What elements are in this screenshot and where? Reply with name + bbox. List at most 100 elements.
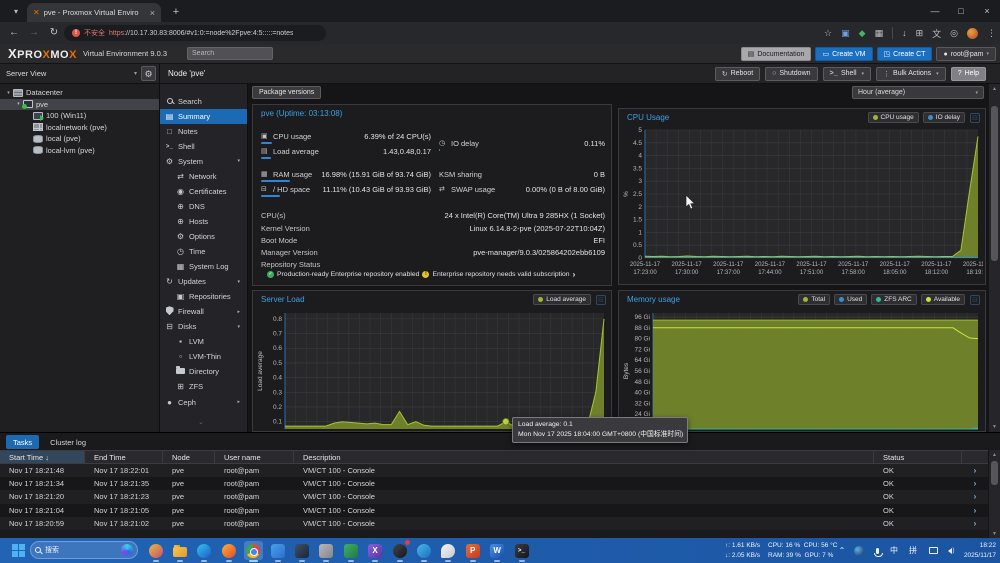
task-row[interactable]: Nov 17 18:21:04Nov 17 18:21:05pveroot@pa… xyxy=(0,504,988,517)
nav-item-summary[interactable]: ▤Summary xyxy=(160,109,248,124)
legend-zfs-arc[interactable]: ZFS ARC xyxy=(871,294,916,305)
extensions-icon[interactable]: ▦ xyxy=(875,28,884,39)
tab-close-icon[interactable]: × xyxy=(150,8,155,18)
tree-item-100-win11[interactable]: 100 (Win11) xyxy=(0,110,159,122)
ime-layout-indicator[interactable]: 拼 xyxy=(906,538,920,563)
task-row[interactable]: Nov 17 18:21:34Nov 17 18:21:35pveroot@pa… xyxy=(0,477,988,490)
nav-item-certificates[interactable]: ◉Certificates xyxy=(160,184,248,199)
bookmark-star-icon[interactable]: ☆ xyxy=(824,28,832,39)
expand-caret-icon[interactable]: ▸ xyxy=(237,309,240,315)
copilot-icon[interactable] xyxy=(121,544,133,556)
taskbar-app-camera-app[interactable] xyxy=(390,541,409,560)
microphone-icon[interactable] xyxy=(871,538,883,563)
column-user-name[interactable]: User name xyxy=(215,451,294,463)
column-start-time[interactable]: Start Time ↓ xyxy=(0,451,85,463)
nav-item-search[interactable]: Search xyxy=(160,94,248,109)
column-end-time[interactable]: End Time xyxy=(85,451,163,463)
taskbar-app-notebook[interactable] xyxy=(341,541,360,560)
task-row[interactable]: Nov 17 18:21:48Nov 17 18:22:01pveroot@pa… xyxy=(0,464,988,477)
tasks-scroll-up-icon[interactable]: ▲ xyxy=(989,452,1000,458)
forward-button[interactable]: → xyxy=(26,26,42,40)
taskbar-app-xbox-app[interactable]: X xyxy=(366,541,385,560)
collapse-caret-icon[interactable]: ▾ xyxy=(237,158,240,164)
task-row[interactable]: Nov 17 18:21:20Nov 17 18:21:23pveroot@pa… xyxy=(0,490,988,503)
tree-item-local-lvm-pve[interactable]: local-lvm (pve) xyxy=(0,145,159,157)
legend-total[interactable]: Total xyxy=(798,294,830,305)
legend-io-delay[interactable]: IO delay xyxy=(923,112,965,123)
ime-mode-indicator[interactable]: 中 xyxy=(887,538,901,563)
taskbar-app-photos[interactable] xyxy=(268,541,287,560)
back-button[interactable]: ← xyxy=(6,26,22,40)
nav-scroll-more-icon[interactable]: ⌄ xyxy=(198,418,204,426)
create-vm-button[interactable]: ▭Create VM xyxy=(815,47,872,61)
legend-available[interactable]: Available xyxy=(921,294,965,305)
taskbar-app-printer[interactable] xyxy=(317,541,336,560)
tray-expand-icon[interactable]: ⌃ xyxy=(836,538,848,563)
nav-item-shell[interactable]: >_Shell xyxy=(160,139,248,154)
taskbar-app-edge[interactable] xyxy=(195,541,214,560)
column-node[interactable]: Node xyxy=(163,451,215,463)
nav-item-repositories[interactable]: ▣Repositories xyxy=(160,289,248,304)
nav-item-options[interactable]: ⚙Options xyxy=(160,229,248,244)
address-bar[interactable]: ! 不安全 https://10.17.30.83:8006/#v1:0:=no… xyxy=(64,25,326,41)
scroll-down-icon[interactable]: ▼ xyxy=(989,424,1000,430)
column-status[interactable]: Status xyxy=(874,451,962,463)
memory-usage-detail-icon[interactable]: ⊟ xyxy=(970,295,980,305)
view-settings-gear-icon[interactable]: ⚙ xyxy=(141,66,156,81)
nav-item-ceph[interactable]: ●Ceph▸ xyxy=(160,395,248,410)
nav-item-firewall[interactable]: Firewall▸ xyxy=(160,304,248,319)
taskbar-app-wave-app[interactable] xyxy=(414,541,433,560)
nav-item-hosts[interactable]: ⊕Hosts xyxy=(160,214,248,229)
browser-menu-icon[interactable]: ⋮ xyxy=(987,28,996,39)
tasks-scrollbar[interactable]: ▲ ▼ xyxy=(988,450,1000,539)
task-details-chevron-icon[interactable]: › xyxy=(962,519,988,528)
cast-icon[interactable]: ◎ xyxy=(950,28,958,39)
package-versions-button[interactable]: Package versions xyxy=(252,86,321,99)
taskbar-app-chrome[interactable] xyxy=(244,541,263,560)
apps-grid-icon[interactable]: ⊞ xyxy=(916,28,924,39)
taskbar-app-widgets[interactable] xyxy=(146,541,165,560)
help-button[interactable]: ?Help xyxy=(951,67,986,81)
cpu-usage-detail-icon[interactable]: ⊟ xyxy=(970,113,980,123)
task-row[interactable]: Nov 17 18:20:59Nov 17 18:21:02pveroot@pa… xyxy=(0,517,988,530)
server-load-detail-icon[interactable]: ⊟ xyxy=(596,295,606,305)
taskbar-search[interactable]: 搜索 xyxy=(30,541,138,559)
expand-caret-icon[interactable]: ▾ xyxy=(4,90,13,96)
create-ct-button[interactable]: ◳Create CT xyxy=(877,47,933,61)
start-button[interactable] xyxy=(12,544,25,557)
legend-load-average[interactable]: Load average xyxy=(533,294,591,305)
tab-tasks[interactable]: Tasks xyxy=(6,435,39,449)
documentation-button[interactable]: ▤Documentation xyxy=(741,47,812,61)
tasks-scrollbar-thumb[interactable] xyxy=(991,461,998,485)
nav-item-notes[interactable]: □Notes xyxy=(160,124,248,139)
taskbar-app-word[interactable]: W xyxy=(488,541,507,560)
user-menu-button[interactable]: ●root@pam▾ xyxy=(936,47,996,61)
legend-used[interactable]: Used xyxy=(834,294,867,305)
time-range-select[interactable]: Hour (average)▾ xyxy=(852,86,984,99)
task-details-chevron-icon[interactable]: › xyxy=(962,479,988,488)
taskbar-app-file-explorer[interactable] xyxy=(170,541,189,560)
tab-cluster-log[interactable]: Cluster log xyxy=(43,435,93,449)
nav-item-time[interactable]: ◷Time xyxy=(160,244,248,259)
collapse-caret-icon[interactable]: ▾ xyxy=(237,279,240,285)
tree-item-local-pve[interactable]: local (pve) xyxy=(0,133,159,145)
media-control-icon[interactable]: ▣ xyxy=(841,28,850,39)
tab-search-button[interactable]: ▾ xyxy=(6,5,26,18)
nav-item-network[interactable]: ⇄Network xyxy=(160,169,248,184)
translate-icon[interactable]: 文 xyxy=(932,27,941,40)
nav-item-zfs[interactable]: ⊞ZFS xyxy=(160,379,248,394)
content-scrollbar[interactable]: ▲ ▼ xyxy=(988,84,1000,432)
volume-icon[interactable]: ) xyxy=(943,538,959,563)
window-minimize-button[interactable]: — xyxy=(922,0,948,22)
shell-button[interactable]: >_Shell▾ xyxy=(823,67,872,81)
taskbar-app-monitor-app[interactable] xyxy=(292,541,311,560)
collapse-caret-icon[interactable]: ▾ xyxy=(237,324,240,330)
view-selector[interactable]: Server View xyxy=(6,69,134,78)
expand-caret-icon[interactable]: ▸ xyxy=(237,399,240,405)
taskbar-app-firefox[interactable] xyxy=(219,541,238,560)
new-tab-button[interactable]: + xyxy=(168,4,184,20)
downloads-icon[interactable]: ↓ xyxy=(902,28,907,38)
nav-item-directory[interactable]: Directory xyxy=(160,364,248,379)
tasks-scroll-down-icon[interactable]: ▼ xyxy=(989,531,1000,537)
legend-cpu-usage[interactable]: CPU usage xyxy=(868,112,919,123)
